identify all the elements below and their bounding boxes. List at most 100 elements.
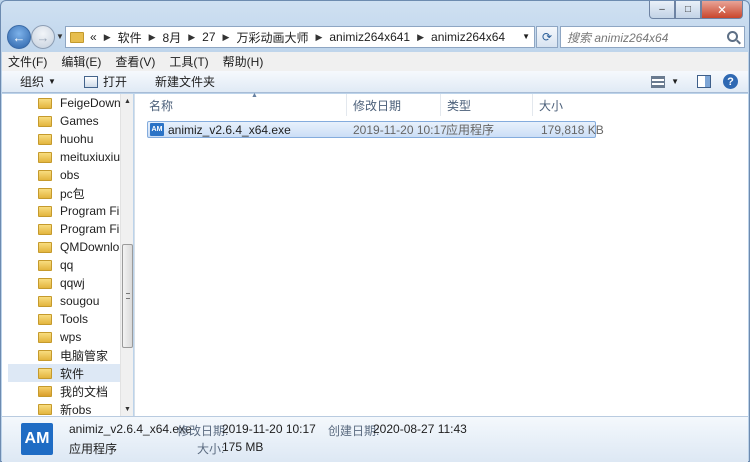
minimize-button[interactable]: –	[649, 1, 675, 19]
column-header-size[interactable]: 大小	[533, 94, 599, 116]
menu-help[interactable]: 帮助(H)	[223, 53, 264, 70]
tree-item-label: pc包	[60, 186, 85, 201]
file-name: animiz_v2.6.4_x64.exe	[168, 122, 291, 137]
folder-icon	[38, 115, 52, 127]
refresh-button[interactable]: ⟳	[536, 26, 558, 48]
explorer-window: – □ ✕ ← → ▼ « ▶ 软件 ▶ 8月 ▶ 27 ▶ 万彩动画大师 ▶ …	[0, 0, 750, 462]
breadcrumb-item[interactable]: 软件	[118, 29, 142, 46]
tree-item-label: obs	[60, 168, 80, 182]
tree-item-label: Program Files	[60, 204, 120, 218]
scroll-down-icon[interactable]: ▼	[121, 402, 133, 416]
breadcrumb-item[interactable]: 8月	[163, 29, 182, 46]
tree-item-label: QMDownload	[60, 240, 120, 254]
breadcrumb-item[interactable]: 27	[202, 30, 215, 44]
help-icon[interactable]: ?	[723, 74, 738, 89]
column-header-name[interactable]: 名称 ▲	[143, 92, 347, 116]
folder-icon	[38, 205, 52, 217]
grip-icon	[126, 293, 130, 299]
tree-item[interactable]: Program Files	[8, 202, 120, 220]
folder-icon	[38, 349, 52, 361]
open-label: 打开	[102, 75, 127, 89]
tree-item[interactable]: 新obs	[8, 400, 120, 416]
breadcrumb-overflow[interactable]: «	[90, 30, 97, 44]
tree-item[interactable]: Games	[8, 112, 120, 130]
folder-icon	[38, 133, 52, 145]
column-header-type[interactable]: 类型	[441, 94, 533, 116]
tree-item-label: qqwj	[60, 276, 85, 290]
tree-item[interactable]: 我的文档	[8, 382, 120, 400]
breadcrumb-item[interactable]: animiz264x641	[329, 30, 410, 44]
tree-item[interactable]: QMDownload	[8, 238, 120, 256]
column-header-label: 类型	[447, 98, 472, 113]
navigation-scrollbar[interactable]: ▲ ▼	[120, 94, 133, 416]
tree-item[interactable]: wps	[8, 328, 120, 346]
open-button[interactable]: 打开	[83, 73, 127, 90]
column-header-label: 名称	[149, 98, 174, 113]
menu-tools[interactable]: 工具(T)	[169, 53, 208, 70]
forward-button[interactable]: →	[31, 25, 55, 49]
back-button[interactable]: ←	[7, 25, 31, 49]
breadcrumb-item[interactable]: 万彩动画大师	[236, 29, 308, 46]
chevron-down-icon[interactable]: ▼	[522, 32, 530, 41]
tree-item[interactable]: FeigeDownloa	[8, 94, 120, 112]
tree-item-label: 我的文档	[60, 384, 109, 399]
folder-icon	[38, 241, 52, 253]
details-filename: animiz_v2.6.4_x64.exe	[69, 422, 192, 436]
new-folder-button[interactable]: 新建文件夹	[155, 73, 215, 90]
chevron-right-icon[interactable]: ▶	[417, 32, 424, 43]
tree-item-label: 新obs	[60, 402, 92, 417]
views-dropdown-icon[interactable]: ▼	[671, 77, 679, 86]
tree-item[interactable]: 电脑管家	[8, 346, 120, 364]
menu-edit[interactable]: 编辑(E)	[61, 53, 101, 70]
address-bar[interactable]: « ▶ 软件 ▶ 8月 ▶ 27 ▶ 万彩动画大师 ▶ animiz264x64…	[65, 26, 535, 48]
navigation-row: ← → ▼ « ▶ 软件 ▶ 8月 ▶ 27 ▶ 万彩动画大师 ▶ animiz…	[7, 25, 745, 49]
folder-icon	[38, 259, 52, 271]
scroll-up-icon[interactable]: ▲	[121, 94, 133, 108]
search-input[interactable]: 搜索 animiz264x64	[560, 26, 745, 48]
tree-item[interactable]: qqwj	[8, 274, 120, 292]
menu-view[interactable]: 查看(V)	[115, 53, 155, 70]
folder-icon	[38, 97, 52, 109]
chevron-right-icon[interactable]: ▶	[149, 32, 156, 43]
search-placeholder: 搜索 animiz264x64	[567, 30, 669, 45]
tree-item-label: meituxiuxiu	[60, 150, 120, 164]
menu-file[interactable]: 文件(F)	[8, 53, 47, 70]
tree-item[interactable]: obs	[8, 166, 120, 184]
chevron-right-icon[interactable]: ▶	[315, 32, 322, 43]
folder-icon	[38, 187, 52, 199]
file-row[interactable]: AM animiz_v2.6.4_x64.exe 2019-11-20 10:1…	[147, 121, 604, 138]
maximize-button[interactable]: □	[675, 1, 701, 19]
tree-item[interactable]: sougou	[8, 292, 120, 310]
preview-pane-icon[interactable]	[697, 75, 711, 88]
organize-label: 组织	[20, 75, 45, 89]
chevron-right-icon[interactable]: ▶	[188, 32, 195, 43]
file-type: 应用程序	[446, 123, 495, 137]
breadcrumb-item[interactable]: animiz264x64	[431, 30, 505, 44]
tree-item[interactable]: Tools	[8, 310, 120, 328]
chevron-right-icon[interactable]: ▶	[104, 32, 111, 43]
column-header-modified[interactable]: 修改日期	[347, 94, 441, 116]
tree-item-label: qq	[60, 258, 74, 272]
tree-item-label: huohu	[60, 132, 94, 146]
details-modified-value: 2019-11-20 10:17	[222, 422, 316, 436]
scrollbar-thumb[interactable]	[122, 244, 133, 348]
folder-icon	[38, 151, 52, 163]
close-button[interactable]: ✕	[701, 1, 743, 19]
tree-item[interactable]: qq	[8, 256, 120, 274]
tree-item-label: Program Files	[60, 222, 120, 236]
tree-item-selected[interactable]: 软件	[8, 364, 120, 382]
search-icon[interactable]	[727, 31, 738, 42]
tree-item[interactable]: pc包	[8, 184, 120, 202]
tree-item-label: sougou	[60, 294, 100, 308]
tree-item-label: Tools	[60, 312, 89, 326]
views-icon[interactable]	[651, 75, 666, 88]
organize-button[interactable]: 组织 ▼	[20, 73, 56, 90]
recent-pages-dropdown-icon[interactable]: ▼	[56, 32, 64, 41]
details-size-label: 大小:	[197, 442, 225, 456]
tree-item[interactable]: Program Files	[8, 220, 120, 238]
tree-item[interactable]: huohu	[8, 130, 120, 148]
navigation-pane: FeigeDownloa Games huohu meituxiuxiu obs…	[2, 94, 133, 416]
tree-item-label: wps	[60, 330, 82, 344]
tree-item[interactable]: meituxiuxiu	[8, 148, 120, 166]
chevron-right-icon[interactable]: ▶	[223, 32, 230, 43]
